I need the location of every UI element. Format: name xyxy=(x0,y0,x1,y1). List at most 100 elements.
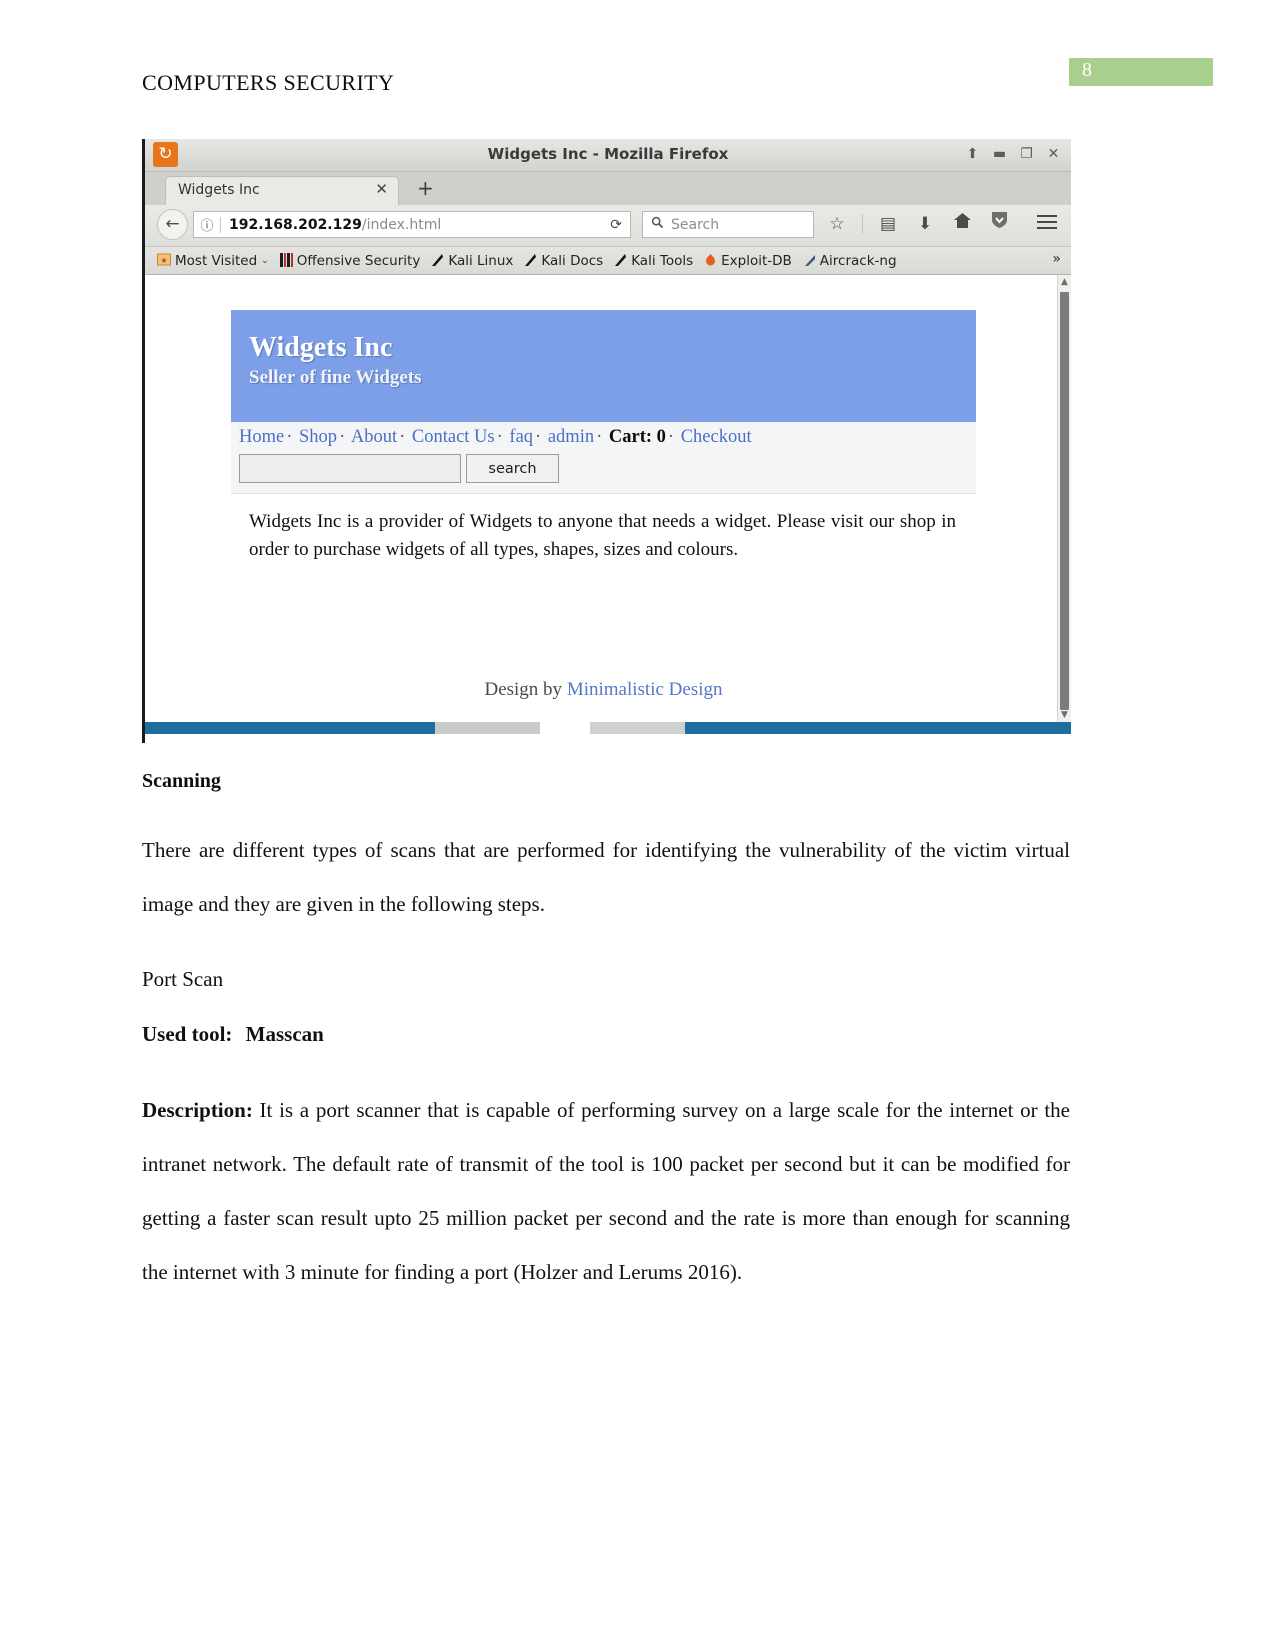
kali-dragon-icon xyxy=(614,253,627,269)
taskbar-segment xyxy=(145,722,435,734)
widgets-inc-site: Widgets Inc Seller of fine Widgets Home ·… xyxy=(231,310,976,564)
site-footer-prefix: Design by xyxy=(484,679,567,700)
tab-widgets-inc[interactable]: Widgets Inc ✕ xyxy=(165,176,399,205)
address-bar[interactable]: ⓘ 192.168.202.129/index.html ⟳ xyxy=(193,211,631,238)
chevron-down-icon[interactable]: ⌄ xyxy=(261,256,269,266)
folder-star-icon: ★ xyxy=(157,253,171,268)
close-button[interactable]: ✕ xyxy=(1046,143,1061,165)
paragraph-description: Description: It is a port scanner that i… xyxy=(142,1083,1070,1299)
browser-titlebar: ↻ Widgets Inc - Mozilla Firefox ⬆ ▬ ❐ ✕ xyxy=(145,139,1071,172)
reload-icon[interactable]: ⟳ xyxy=(610,217,622,233)
site-search-button[interactable]: search xyxy=(466,454,559,483)
bookmark-label: Exploit-DB xyxy=(721,252,792,269)
tab-label: Widgets Inc xyxy=(178,182,260,198)
reader-view-icon[interactable]: ▤ xyxy=(876,211,900,237)
site-body-text: Widgets Inc is a provider of Widgets to … xyxy=(249,511,956,560)
url-host: 192.168.202.129 xyxy=(229,216,362,233)
running-head: COMPUTERS SECURITY xyxy=(142,70,395,95)
page-number-badge: 8 xyxy=(1069,58,1213,86)
taskbar-segment xyxy=(435,722,540,734)
bookmark-most-visited[interactable]: ★ Most Visited ⌄ xyxy=(157,253,269,269)
document-page-header: COMPUTERS SECURITY 8 xyxy=(0,0,1275,120)
site-search-input[interactable] xyxy=(239,454,461,483)
exploit-db-icon xyxy=(704,253,717,268)
downloads-icon[interactable]: ⬇ xyxy=(913,211,937,237)
browser-search-box[interactable]: Search xyxy=(642,211,814,238)
scrollbar-thumb[interactable] xyxy=(1060,292,1069,710)
svg-text:★: ★ xyxy=(160,256,167,265)
taskbar-segment xyxy=(590,722,685,734)
scroll-down-arrow-icon[interactable]: ▼ xyxy=(1058,708,1071,722)
cart-indicator: Cart: 0 xyxy=(608,427,666,447)
aircrack-icon xyxy=(803,253,816,269)
home-icon[interactable] xyxy=(950,211,974,237)
nav-link-about[interactable]: About xyxy=(351,427,397,447)
nav-link-contact-us[interactable]: Contact Us xyxy=(412,427,495,447)
description-text: It is a port scanner that is capable of … xyxy=(142,1098,1071,1284)
search-icon xyxy=(651,216,664,233)
url-path: /index.html xyxy=(361,216,442,233)
document-body: Scanning There are different types of sc… xyxy=(142,770,1070,1299)
browser-tabstrip: Widgets Inc ✕ + xyxy=(145,172,1071,205)
bookmark-kali-tools[interactable]: Kali Tools xyxy=(614,253,693,269)
taskbar-segment xyxy=(685,722,1071,734)
label-port-scan: Port Scan xyxy=(142,967,224,991)
new-tab-button[interactable]: + xyxy=(417,177,434,199)
bookmark-label: Kali Docs xyxy=(541,252,604,269)
bookmark-label: Aircrack-ng xyxy=(819,252,897,269)
nav-separator: · xyxy=(596,427,603,447)
label-used-tool: Used tool: Masscan xyxy=(142,1022,1070,1047)
bookmark-exploit-db[interactable]: Exploit-DB xyxy=(704,253,792,269)
nav-link-checkout[interactable]: Checkout xyxy=(681,427,752,447)
used-tool-value: Masscan xyxy=(245,1022,324,1046)
back-button[interactable]: ← xyxy=(157,209,188,240)
window-title: Widgets Inc - Mozilla Firefox xyxy=(487,145,729,163)
bookmarks-overflow-button[interactable]: » xyxy=(1052,251,1061,267)
nav-link-faq[interactable]: faq xyxy=(509,427,533,447)
bookmark-kali-linux[interactable]: Kali Linux xyxy=(431,253,513,269)
site-nav: Home · Shop · About · Contact Us · faq · admi… xyxy=(231,427,976,448)
toolbar-icons: ☆ ▤ ⬇ xyxy=(825,211,1011,237)
nav-separator: · xyxy=(399,427,406,447)
site-info-icon[interactable]: ⓘ xyxy=(194,215,220,234)
shield-icon[interactable] xyxy=(987,211,1011,237)
maximize-button[interactable]: ❐ xyxy=(1019,143,1034,165)
description-label: Description: xyxy=(142,1098,253,1122)
shade-button[interactable]: ⬆ xyxy=(965,143,980,165)
bookmark-kali-docs[interactable]: Kali Docs xyxy=(524,253,603,269)
offensive-security-icon xyxy=(279,252,293,269)
nav-separator: · xyxy=(667,427,675,447)
browser-search-placeholder: Search xyxy=(671,216,720,233)
site-footer-link[interactable]: Minimalistic Design xyxy=(567,679,723,700)
nav-link-shop[interactable]: Shop xyxy=(299,427,337,447)
kali-dragon-icon xyxy=(431,253,444,269)
page-number: 8 xyxy=(1082,59,1092,81)
bookmark-star-icon[interactable]: ☆ xyxy=(825,211,849,237)
nav-separator: · xyxy=(535,427,542,447)
nav-link-home[interactable]: Home xyxy=(239,427,284,447)
browser-toolbar: ← ⓘ 192.168.202.129/index.html ⟳ Search … xyxy=(145,205,1071,247)
close-icon[interactable]: ✕ xyxy=(375,180,388,198)
hamburger-menu-icon[interactable] xyxy=(1037,215,1057,233)
site-footer: Design by Minimalistic Design xyxy=(231,679,976,701)
address-bar-value: 192.168.202.129/index.html xyxy=(221,217,441,233)
bookmark-offensive-security[interactable]: Offensive Security xyxy=(279,252,420,269)
nav-link-admin[interactable]: admin xyxy=(548,427,594,447)
taskbar-segment xyxy=(540,722,590,734)
bookmarks-bar: ★ Most Visited ⌄ Offensive Security Kali… xyxy=(145,247,1071,275)
heading-scanning: Scanning xyxy=(142,770,221,792)
site-subtitle: Seller of fine Widgets xyxy=(249,367,422,388)
kali-dragon-icon xyxy=(524,253,537,269)
nav-separator: · xyxy=(339,427,346,447)
bookmark-label: Kali Linux xyxy=(448,252,514,269)
site-search-row: search xyxy=(231,454,976,483)
used-tool-label: Used tool: xyxy=(142,1022,233,1046)
site-banner: Widgets Inc Seller of fine Widgets xyxy=(231,310,976,422)
scroll-up-arrow-icon[interactable]: ▲ xyxy=(1058,275,1071,289)
site-nav-area: Home · Shop · About · Contact Us · faq · admi… xyxy=(231,422,976,494)
viewport-scrollbar[interactable]: ▲ ▼ xyxy=(1057,275,1071,722)
minimize-button[interactable]: ▬ xyxy=(992,143,1007,165)
bookmark-aircrack-ng[interactable]: Aircrack-ng xyxy=(803,253,897,269)
window-controls: ⬆ ▬ ❐ ✕ xyxy=(959,141,1067,167)
nav-separator: · xyxy=(286,427,293,447)
